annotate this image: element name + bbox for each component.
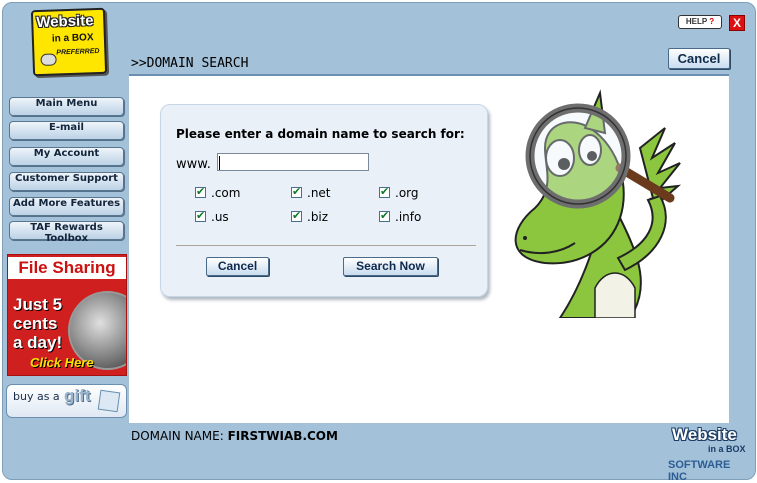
domain-name-value: FIRSTWIAB.COM [227, 429, 338, 443]
panel-divider [176, 245, 476, 246]
gift-word: gift [64, 386, 91, 405]
domain-name-display: DOMAIN NAME: FIRSTWIAB.COM [131, 429, 338, 443]
tld-info-label: .info [395, 210, 422, 224]
sidebar-item-taf-rewards-toolbox[interactable]: TAF Rewards Toolbox [9, 221, 124, 244]
tld-biz-checkbox[interactable] [291, 209, 302, 222]
close-button[interactable]: X [729, 15, 745, 31]
buy-as-gift-banner[interactable]: buy as a gift [6, 384, 127, 418]
brand-line-3: SOFTWARE INC [668, 459, 731, 483]
logo-line-1: Website [36, 12, 94, 32]
help-label: HELP [685, 17, 708, 26]
page-title: >>DOMAIN SEARCH [131, 56, 249, 71]
sidebar-item-email[interactable]: E-mail [9, 121, 124, 140]
website-in-a-box-logo: Website in a BOX PREFERRED [30, 7, 108, 77]
tld-org-checkbox[interactable] [379, 185, 390, 198]
help-icon: ? [709, 17, 715, 26]
header-cancel-button[interactable]: Cancel [668, 48, 730, 69]
tld-biz-label: .biz [307, 210, 329, 224]
help-button[interactable]: HELP ? [678, 15, 722, 29]
brand-line-1: Website [672, 425, 737, 444]
search-prompt: Please enter a domain name to search for… [176, 127, 465, 141]
search-cancel-button[interactable]: Cancel [206, 257, 269, 276]
tld-com-label: .com [211, 186, 241, 200]
sidebar-item-main-menu[interactable]: Main Menu [9, 97, 124, 116]
domain-name-input[interactable] [217, 153, 369, 171]
logo-line-3: PREFERRED [56, 47, 100, 57]
tld-net-label: .net [307, 186, 331, 200]
tld-us-checkbox[interactable] [195, 209, 206, 222]
domain-name-label: DOMAIN NAME: [131, 429, 224, 443]
gift-text: buy as a [13, 390, 60, 403]
search-now-button[interactable]: Search Now [343, 257, 438, 276]
file-sharing-promo-banner[interactable]: File Sharing Just 5 cents a day! Click H… [7, 254, 127, 376]
tld-com-checkbox[interactable] [195, 185, 206, 198]
promo-text: Just 5 cents a day! [13, 295, 62, 352]
website-in-a-box-software-logo: Website in a BOX SOFTWARE INC [666, 423, 750, 483]
sidebar-item-add-more-features[interactable]: Add More Features [9, 197, 124, 216]
sidebar-item-my-account[interactable]: My Account [9, 147, 124, 166]
promo-line-3: a day! [13, 333, 63, 352]
tld-org-label: .org [395, 186, 419, 200]
dragon-with-magnifier-icon [514, 89, 682, 318]
logo-line-2: in a BOX [51, 32, 94, 45]
tld-us-label: .us [211, 210, 229, 224]
text-caret [219, 156, 220, 170]
gift-box-icon [97, 389, 121, 413]
tld-info-checkbox[interactable] [379, 209, 390, 222]
promo-line-1: Just 5 [13, 295, 63, 314]
tld-net-checkbox[interactable] [291, 185, 302, 198]
promo-line-2: cents [13, 314, 58, 333]
promo-title: File Sharing [8, 257, 126, 279]
mouse-icon [40, 53, 57, 66]
promo-click-here-link[interactable]: Click Here [30, 355, 94, 370]
www-prefix: www. [176, 157, 211, 172]
brand-line-2: in a BOX [708, 444, 746, 454]
sidebar-item-customer-support[interactable]: Customer Support [9, 172, 124, 191]
